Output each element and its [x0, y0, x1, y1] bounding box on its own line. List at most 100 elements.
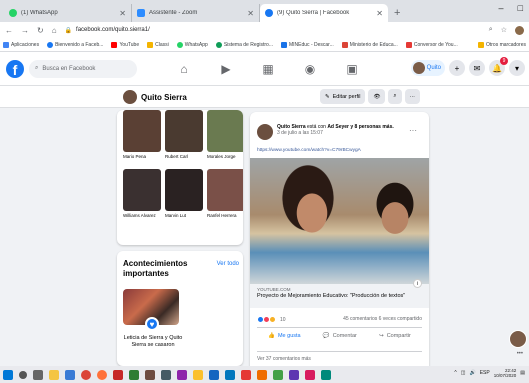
app-icon[interactable]: [161, 369, 171, 380]
language-indicator[interactable]: ESP: [480, 370, 490, 376]
clock[interactable]: 22:42 10/07/2020: [494, 368, 517, 378]
user-profile-button[interactable]: Quito: [410, 60, 445, 76]
minimize-icon[interactable]: –: [499, 3, 504, 13]
search-button[interactable]: ⌕: [388, 89, 402, 104]
app-icon[interactable]: [177, 369, 187, 380]
bookmark-item[interactable]: Ministerio de Educa...: [341, 41, 398, 48]
friend-name: Morales Jorge: [207, 154, 236, 159]
notifications-icon[interactable]: ▤: [520, 370, 525, 376]
app-icon[interactable]: [305, 369, 315, 380]
video-thumbnail[interactable]: [250, 158, 429, 284]
friend-item[interactable]: Williams Alvarez: [123, 169, 161, 221]
app-icon[interactable]: [289, 369, 299, 380]
friend-item[interactable]: Mario Pena: [123, 110, 161, 162]
heart-icon: ♥: [145, 317, 159, 331]
store-icon[interactable]: [65, 369, 75, 380]
chevron-up-icon[interactable]: ^: [454, 370, 456, 376]
chat-contact-avatar[interactable]: [509, 330, 527, 348]
new-tab-button[interactable]: +: [394, 7, 400, 19]
more-button[interactable]: ···: [404, 89, 421, 104]
link-preview[interactable]: i YOUTUBE.COM Proyecto de Mejoramiento E…: [250, 279, 429, 308]
post-date[interactable]: 3 de julio a las 15:07: [277, 130, 323, 136]
app-icon[interactable]: [129, 369, 139, 380]
network-icon[interactable]: ◫: [461, 370, 466, 376]
like-button[interactable]: 👍 Me gusta: [268, 333, 300, 339]
browser-tab-facebook[interactable]: (9) Quito Sierra | Facebook ✕: [260, 4, 388, 22]
profile-avatar[interactable]: [515, 25, 524, 35]
app-icon[interactable]: [193, 369, 203, 380]
browser-tab-zoom[interactable]: Assistente - Zoom ✕: [132, 4, 260, 22]
bookmark-item[interactable]: WhatsApp: [176, 41, 208, 48]
link-title: Proyecto de Mejoramiento Educativo: "Pro…: [257, 293, 406, 299]
url-field[interactable]: 🔒 facebook.com/quito.sierra1/: [65, 27, 481, 34]
app-icon[interactable]: [241, 369, 251, 380]
app-icon[interactable]: [257, 369, 267, 380]
view-as-button[interactable]: 👁: [368, 89, 386, 104]
chat-more-icon[interactable]: •••: [517, 351, 523, 357]
notifications-icon[interactable]: 🔔 9: [489, 57, 508, 76]
see-all-link[interactable]: Ver todo: [217, 261, 239, 267]
post-options-icon[interactable]: ···: [409, 126, 417, 135]
chrome-icon[interactable]: [81, 369, 91, 380]
close-icon[interactable]: ✕: [247, 9, 254, 18]
post-header: Quito Sierra está con Ad Seyer y 8 perso…: [257, 124, 417, 140]
app-icon[interactable]: [273, 369, 283, 380]
create-button[interactable]: +: [449, 60, 465, 76]
friend-item[interactable]: Ranfel Herrera: [207, 169, 243, 221]
post-link[interactable]: https://www.youtube.com/watch?v=C79rBCwy…: [257, 148, 361, 153]
bookmark-item[interactable]: Classi: [147, 41, 169, 48]
friend-item[interactable]: Rubert Carl: [165, 110, 203, 162]
gaming-icon[interactable]: ▣: [340, 62, 364, 76]
app-icon[interactable]: [113, 369, 123, 380]
search-icon[interactable]: [19, 370, 27, 379]
back-icon[interactable]: ←: [5, 26, 13, 35]
post-tagged[interactable]: Ad Seyer y 8 personas más.: [327, 124, 393, 130]
windows-start-icon[interactable]: [3, 369, 13, 380]
app-icon[interactable]: [225, 369, 235, 380]
home-icon[interactable]: ⌂: [52, 26, 57, 35]
bookmark-item[interactable]: YouTube: [111, 41, 139, 48]
bookmark-item[interactable]: MINEduc - Descar...: [281, 41, 334, 48]
facebook-logo-icon[interactable]: f: [6, 59, 24, 78]
search-icon[interactable]: ⌕: [489, 26, 493, 34]
volume-icon[interactable]: 🔊: [469, 370, 475, 376]
forward-icon[interactable]: →: [21, 26, 29, 35]
marketplace-icon[interactable]: ▦: [256, 62, 280, 76]
friend-name: Rubert Carl: [165, 154, 189, 159]
maximize-icon[interactable]: □: [518, 3, 523, 13]
comments-shares[interactable]: 45 comentarios 6 veces compartido: [343, 316, 422, 323]
reactions[interactable]: 10: [257, 316, 286, 323]
info-icon[interactable]: i: [413, 279, 422, 288]
browser-tab-whatsapp[interactable]: (1) WhatsApp ✕: [4, 4, 132, 22]
avatar[interactable]: [257, 124, 273, 140]
search-input[interactable]: ⌕ Busca en Facebook: [29, 59, 137, 78]
more-comments-link[interactable]: Ver 37 comentarios más: [257, 351, 422, 362]
file-explorer-icon[interactable]: [49, 369, 59, 380]
app-icon[interactable]: [209, 369, 219, 380]
task-view-icon[interactable]: [33, 369, 43, 380]
close-icon[interactable]: ✕: [376, 9, 383, 18]
edit-profile-button[interactable]: ✎ Editar perfil: [320, 89, 366, 104]
app-icon[interactable]: [145, 369, 155, 380]
comment-button[interactable]: 💬 Comentar: [323, 333, 357, 339]
close-icon[interactable]: ✕: [119, 9, 126, 18]
reload-icon[interactable]: ↻: [37, 26, 44, 35]
bookmark-item[interactable]: Otros marcadores: [477, 41, 526, 48]
bookmark-item[interactable]: Bienvenido a Faceb...: [47, 41, 103, 48]
facebook-icon: [47, 41, 54, 48]
profile-name[interactable]: Quito Sierra: [123, 90, 187, 104]
bookmark-item[interactable]: Aplicaciones: [3, 41, 39, 48]
home-icon[interactable]: ⌂: [172, 62, 196, 76]
messenger-icon[interactable]: ✉: [469, 60, 485, 76]
bookmark-item[interactable]: Conversor de You...: [405, 41, 458, 48]
watch-icon[interactable]: ▶: [214, 62, 238, 76]
firefox-icon[interactable]: [97, 369, 107, 380]
bookmark-item[interactable]: Sistema de Registro...: [215, 41, 273, 48]
friend-item[interactable]: Marvin Lut: [165, 169, 203, 221]
account-menu-icon[interactable]: ▾: [509, 60, 525, 76]
share-button[interactable]: ↪ Compartir: [379, 333, 411, 339]
app-icon[interactable]: [321, 369, 331, 380]
groups-icon[interactable]: ◉: [298, 62, 322, 76]
star-icon[interactable]: ☆: [501, 26, 507, 34]
friend-item[interactable]: Morales Jorge: [207, 110, 243, 162]
